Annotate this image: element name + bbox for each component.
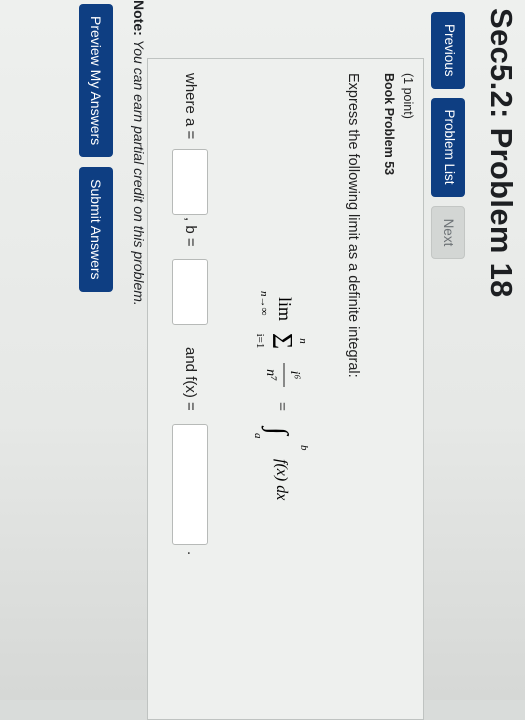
page-title: Sec5.2: Problem 18 [484, 8, 519, 298]
fraction-denominator: n⁷ [263, 369, 278, 381]
b-label: , b = [182, 217, 199, 247]
integral-symbol: ∫ [261, 425, 293, 437]
f-label: and f(x) = [182, 347, 199, 411]
integral-lower: a [252, 433, 264, 439]
partial-credit-note: Note: You can earn partial credit on thi… [131, 0, 147, 306]
answer-actions: Preview My Answers Submit Answers [79, 4, 113, 292]
note-label: Note: [131, 0, 147, 36]
preview-answers-button[interactable]: Preview My Answers [79, 4, 113, 158]
problem-nav: Previous Problem List Next [431, 12, 465, 260]
points-label: (1 point) [401, 73, 415, 119]
where-a-label: where a = [182, 73, 199, 140]
next-button[interactable]: Next [431, 205, 465, 260]
lim-subscript: n→∞ [258, 291, 270, 316]
sigma-symbol: Σ [266, 333, 297, 349]
integrand: f(x) dx [273, 459, 290, 500]
a-input[interactable] [172, 149, 208, 215]
b-input[interactable] [172, 259, 208, 325]
problem-page: Sec5.2: Problem 18 Previous Problem List… [0, 0, 525, 720]
previous-button[interactable]: Previous [431, 12, 465, 89]
integral-upper: b [298, 445, 310, 451]
fraction-numerator: i⁶ [287, 371, 302, 380]
submit-answers-button[interactable]: Submit Answers [79, 167, 113, 292]
f-input[interactable] [172, 424, 208, 545]
sum-upper: n [297, 338, 309, 344]
note-text: You can earn partial credit on this prob… [131, 39, 147, 306]
equals-sign: = [273, 402, 290, 411]
limit-formula: lim n→∞ n Σ i=1 i⁶ n⁷ = ∫ b a f(x) dx [227, 287, 327, 537]
sum-lower: i=1 [254, 334, 266, 349]
book-problem-label: Book Problem 53 [382, 73, 396, 176]
problem-prompt: Express the following limit as a definit… [345, 73, 361, 378]
formula-svg: lim n→∞ n Σ i=1 i⁶ n⁷ = ∫ b a f(x) dx [252, 291, 310, 500]
lim-text: lim [275, 297, 295, 321]
problem-panel: (1 point) Book Problem 53 Express the fo… [147, 58, 424, 720]
problem-list-button[interactable]: Problem List [431, 97, 465, 197]
period-text: . [184, 551, 201, 556]
